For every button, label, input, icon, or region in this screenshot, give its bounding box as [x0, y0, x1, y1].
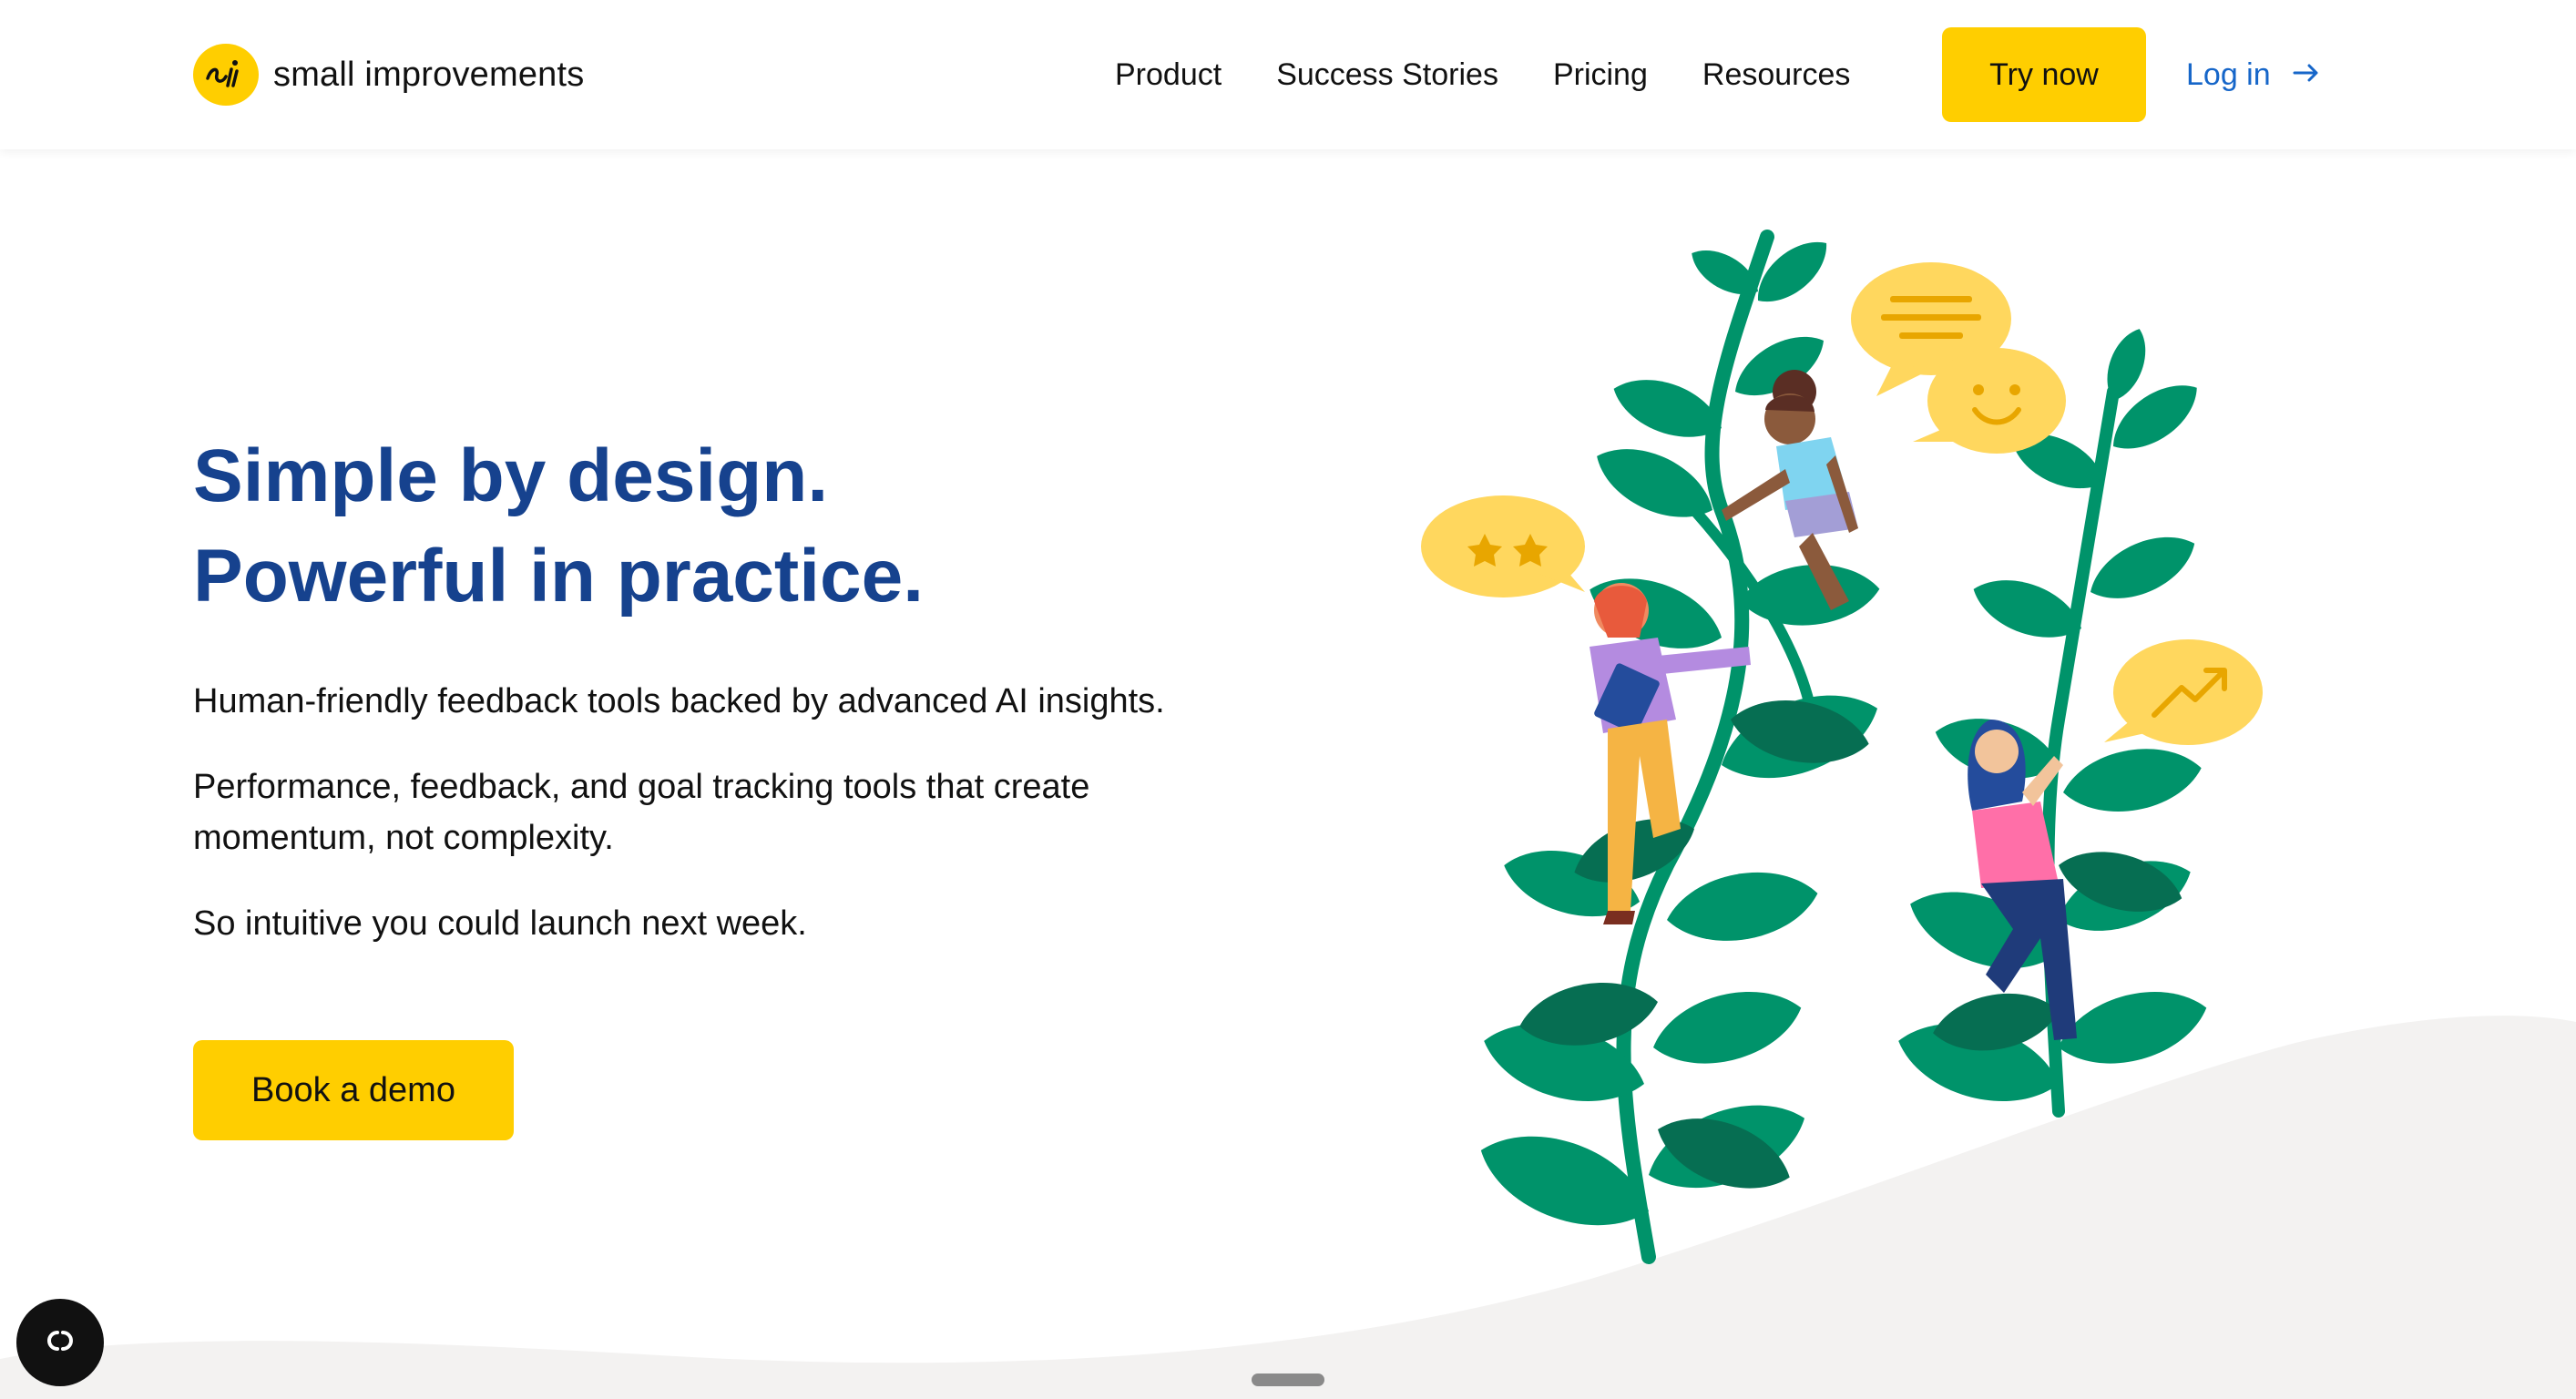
left-vine — [1467, 228, 1890, 1264]
logo-icon — [193, 44, 259, 106]
nav-item-resources[interactable]: Resources — [1702, 57, 1851, 93]
brand-logo-link[interactable]: small improvements — [193, 43, 584, 107]
cookie-settings-icon — [37, 1327, 83, 1359]
cookie-settings-button[interactable] — [16, 1299, 104, 1386]
login-link[interactable]: Log in — [2186, 47, 2320, 102]
arrow-right-icon — [2293, 62, 2320, 88]
site-header: small improvements Product Success Stori… — [0, 0, 2576, 149]
trend-up-icon — [2104, 639, 2263, 745]
nav-item-pricing[interactable]: Pricing — [1553, 57, 1648, 93]
stars-rating-icon — [1421, 495, 1585, 597]
brand-name: small improvements — [273, 55, 585, 94]
nav-item-product[interactable]: Product — [1115, 57, 1222, 93]
nav-item-success-stories[interactable]: Success Stories — [1276, 57, 1498, 93]
try-now-button[interactable]: Try now — [1942, 27, 2146, 122]
login-label: Log in — [2186, 56, 2271, 92]
climber-woman-right — [1968, 720, 2077, 1040]
scroll-handle[interactable] — [1252, 1373, 1324, 1386]
main-nav: Product Success Stories Pricing Resource… — [1115, 47, 1850, 102]
hero-illustration — [1421, 228, 2263, 1264]
